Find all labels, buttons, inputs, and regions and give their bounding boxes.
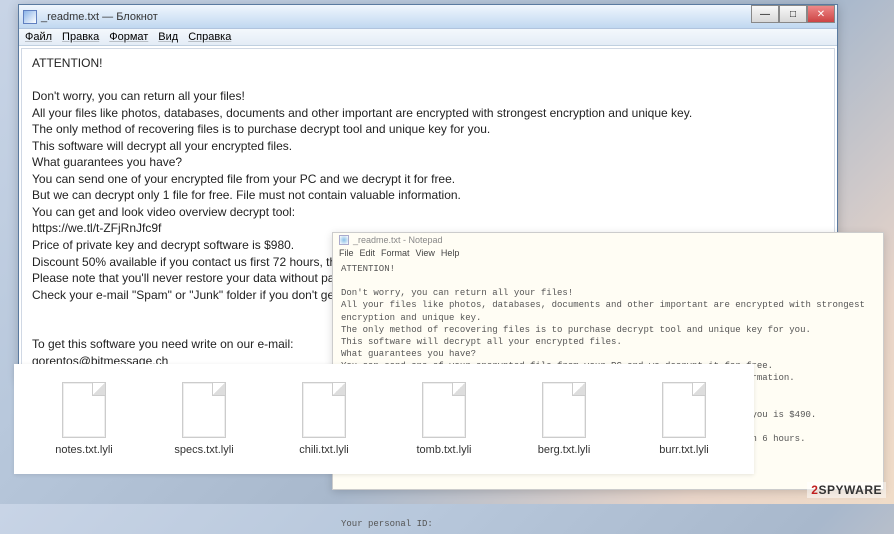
window-title: _readme.txt — Блокнот	[41, 11, 158, 23]
file-item[interactable]: berg.txt.lyli	[514, 382, 614, 456]
watermark-logo: 2SPYWARE	[807, 482, 886, 498]
file-label: specs.txt.lyli	[174, 444, 233, 456]
encrypted-files-panel: notes.txt.lyli specs.txt.lyli chili.txt.…	[14, 364, 754, 474]
menu-file[interactable]: Файл	[25, 31, 52, 43]
menu-edit[interactable]: Правка	[62, 31, 99, 43]
close-button[interactable]: ✕	[807, 5, 835, 23]
file-icon	[422, 382, 466, 438]
file-item[interactable]: notes.txt.lyli	[34, 382, 134, 456]
maximize-button[interactable]: □	[779, 5, 807, 23]
menu-view[interactable]: View	[416, 248, 435, 258]
menu-format[interactable]: Format	[381, 248, 410, 258]
file-icon	[182, 382, 226, 438]
file-label: berg.txt.lyli	[538, 444, 591, 456]
file-label: burr.txt.lyli	[659, 444, 709, 456]
minimize-button[interactable]: —	[751, 5, 779, 23]
window-title: _readme.txt - Notepad	[353, 235, 443, 245]
file-label: tomb.txt.lyli	[416, 444, 471, 456]
menu-help[interactable]: Справка	[188, 31, 231, 43]
titlebar[interactable]: _readme.txt — Блокнот — □ ✕	[19, 5, 837, 29]
menu-view[interactable]: Вид	[158, 31, 178, 43]
window-controls: — □ ✕	[751, 5, 835, 23]
menu-help[interactable]: Help	[441, 248, 460, 258]
file-icon	[302, 382, 346, 438]
menu-file[interactable]: File	[339, 248, 354, 258]
file-label: chili.txt.lyli	[299, 444, 349, 456]
file-item[interactable]: specs.txt.lyli	[154, 382, 254, 456]
file-item[interactable]: chili.txt.lyli	[274, 382, 374, 456]
file-icon	[62, 382, 106, 438]
menubar: Файл Правка Формат Вид Справка	[19, 29, 837, 46]
file-icon	[662, 382, 706, 438]
notepad-icon	[23, 10, 37, 24]
titlebar[interactable]: _readme.txt - Notepad	[333, 233, 883, 247]
menu-format[interactable]: Формат	[109, 31, 148, 43]
file-icon	[542, 382, 586, 438]
file-label: notes.txt.lyli	[55, 444, 112, 456]
menubar: File Edit Format View Help	[333, 247, 883, 259]
notepad-icon	[339, 235, 349, 245]
file-item[interactable]: tomb.txt.lyli	[394, 382, 494, 456]
menu-edit[interactable]: Edit	[360, 248, 376, 258]
file-item[interactable]: burr.txt.lyli	[634, 382, 734, 456]
watermark-suffix: SPYWARE	[818, 483, 882, 497]
